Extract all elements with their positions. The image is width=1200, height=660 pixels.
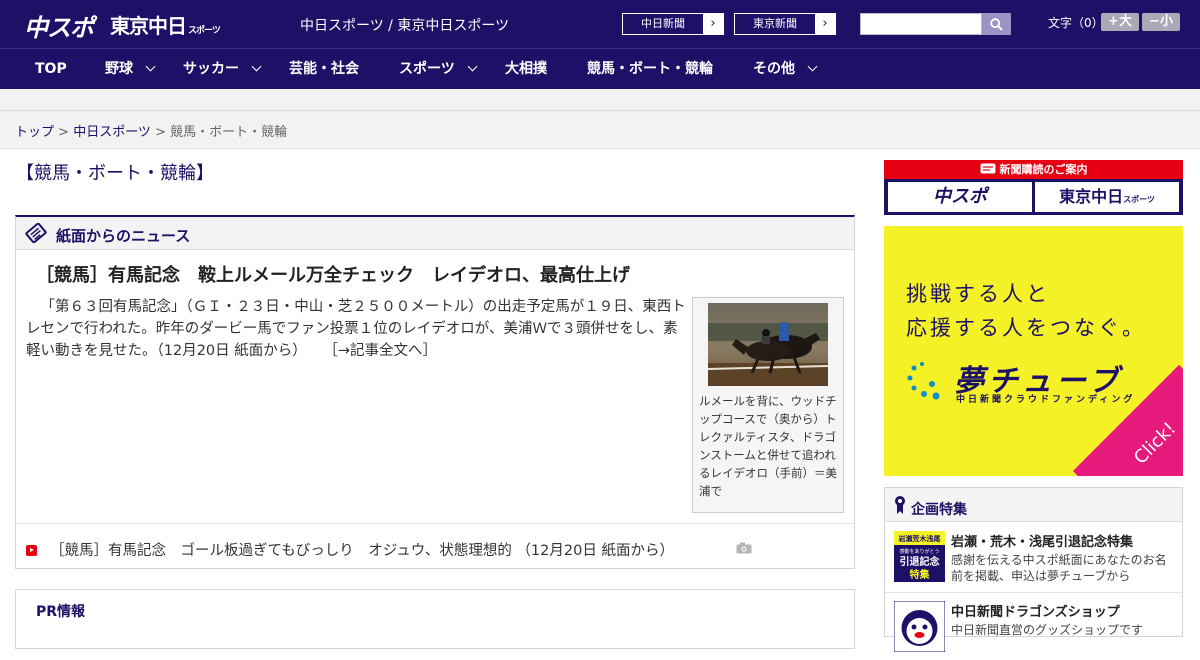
breadcrumb-separator: > xyxy=(150,125,171,140)
nav-item-label: 大相撲 xyxy=(505,61,547,77)
subscription-header-text: 新聞購読のご案内 xyxy=(999,163,1088,176)
newspaper-tag-icon xyxy=(25,223,47,243)
tokyo-chunichi-subscribe-text: 東京中日 xyxy=(1059,187,1124,206)
photo-caption: ルメールを背に、ウッドチップコースで（奥から）トレクァルティスタ、ドラゴンストー… xyxy=(699,394,837,498)
feature-item-title: 岩瀬・荒木・浅尾引退記念特集 xyxy=(951,535,1134,550)
chunichi-shimbun-button[interactable]: 中日新聞 › xyxy=(622,13,724,35)
play-bullet-icon xyxy=(26,545,37,556)
search-button[interactable] xyxy=(982,13,1011,35)
chevron-down-icon xyxy=(145,61,156,72)
camera-icon xyxy=(736,542,752,554)
tokyo-chunichi-logo-sub: スポーツ xyxy=(188,26,221,36)
nav-item-baseball[interactable]: 野球 xyxy=(105,49,156,89)
nav-item-label: 野球 xyxy=(105,61,133,77)
news-section-header: 紙面からのニュース xyxy=(16,217,854,250)
dots-logo-icon xyxy=(907,362,940,400)
article-photo-box: ルメールを背に、ウッドチップコースで（奥から）トレクァルティスタ、ドラゴンストー… xyxy=(692,297,844,513)
font-bigger-button[interactable]: +大 xyxy=(1101,13,1139,31)
tokyo-shimbun-button[interactable]: 東京新聞 › xyxy=(734,13,836,35)
tokyo-shimbun-label: 東京新聞 xyxy=(753,17,797,30)
breadcrumb-separator: > xyxy=(54,125,74,140)
news-section-title: 紙面からのニュース xyxy=(56,227,191,245)
chevron-down-icon xyxy=(807,61,818,72)
chevron-down-icon xyxy=(467,61,478,72)
divider xyxy=(16,523,854,524)
tokyo-chunichi-logo-text: 東京中日 xyxy=(110,14,187,38)
font-size-label: 文字（0） xyxy=(1048,16,1104,30)
features-title: 企画特集 xyxy=(911,502,967,518)
subscription-box: 新聞購読のご案内 中スポ 東京中日スポーツ xyxy=(884,160,1183,215)
read-more-link[interactable]: ［→記事全文へ］ xyxy=(323,343,437,359)
nav-item-entertainment[interactable]: 芸能・社会 xyxy=(289,49,359,89)
feature-item-retirement[interactable]: 岩瀬荒木浅尾 感動をありがとう 引退記念 特集 岩瀬・荒木・浅尾引退記念特集 感… xyxy=(885,523,1182,591)
search-icon xyxy=(990,18,1003,31)
nav-item-label: 競馬・ボート・競輪 xyxy=(587,61,713,77)
subscription-header: 新聞購読のご案内 xyxy=(884,160,1183,179)
nav-item-label: 芸能・社会 xyxy=(289,61,359,77)
page-title: 【競馬・ボート・競輪】 xyxy=(16,163,214,184)
banner-tagline-1: 挑戦する人と xyxy=(906,282,1050,306)
search-input[interactable] xyxy=(860,13,982,35)
main-nav: TOP 野球 サッカー 芸能・社会 スポーツ 大相撲 競馬・ボート・競輪 その他 xyxy=(0,48,1200,89)
site-links[interactable]: 中日スポーツ / 東京中日スポーツ xyxy=(300,15,509,35)
nav-item-sports[interactable]: スポーツ xyxy=(399,49,478,89)
racehorse-photo[interactable] xyxy=(708,303,828,386)
newspaper-icon xyxy=(980,163,995,174)
breadcrumb-top[interactable]: トップ xyxy=(15,125,54,140)
nav-item-label: その他 xyxy=(753,61,795,77)
related-article-link[interactable]: ［競馬］有馬記念 ゴール板過ぎてもびっしり オジュウ、状態理想的 （12月20日… xyxy=(50,539,674,560)
banner-tagline-2: 応援する人をつなぐ。 xyxy=(906,316,1146,340)
nav-item-label: サッカー xyxy=(183,61,239,77)
breadcrumb-current: 競馬・ボート・競輪 xyxy=(170,125,288,140)
feature-item-title: 中日新聞ドラゴンズショップ xyxy=(951,605,1120,620)
tokyo-chunichi-logo[interactable]: 東京中日 スポーツ xyxy=(110,10,221,39)
chunichi-shimbun-label: 中日新聞 xyxy=(641,17,685,30)
nav-item-other[interactable]: その他 xyxy=(753,49,818,89)
article-summary: 「第６３回有馬記念」（ＧＩ・２３日・中山・芝２５００メートル）の出走予定馬が１９… xyxy=(26,296,686,362)
nav-item-sumo[interactable]: 大相撲 xyxy=(505,49,547,89)
news-section: 紙面からのニュース ［競馬］有馬記念 鞍上ルメール万全チェック レイデオロ、最高… xyxy=(15,215,855,569)
chuspo-logo[interactable]: 中スポ xyxy=(24,8,94,42)
doala-mascot-thumbnail xyxy=(894,601,945,652)
article-headline[interactable]: ［競馬］有馬記念 鞍上ルメール万全チェック レイデオロ、最高仕上げ xyxy=(36,261,630,287)
svg-text:引退記念: 引退記念 xyxy=(900,555,940,568)
breadcrumb-section[interactable]: 中日スポーツ xyxy=(73,125,151,140)
pr-section-title: PR情報 xyxy=(36,604,86,620)
nav-item-keiba[interactable]: 競馬・ボート・競輪 xyxy=(587,49,713,89)
top-header: 中スポ 東京中日 スポーツ 中日スポーツ / 東京中日スポーツ 中日新聞 › 東京… xyxy=(0,0,1200,48)
chevron-right-icon: › xyxy=(703,14,723,34)
ribbon-badge-icon xyxy=(895,496,905,514)
nav-item-soccer[interactable]: サッカー xyxy=(183,49,262,89)
feature-item-desc: 感謝を伝える中スポ紙面にあなたのお名前を掲載、申込は夢チューブから xyxy=(951,553,1167,583)
svg-text:感動をありがとう: 感動をありがとう xyxy=(899,548,939,555)
chuspo-subscribe-link[interactable]: 中スポ xyxy=(888,182,1032,212)
breadcrumb-bar: トップ > 中日スポーツ > 競馬・ボート・競輪 xyxy=(0,111,1200,149)
svg-text:特集: 特集 xyxy=(910,568,931,581)
nav-item-label: スポーツ xyxy=(399,61,455,77)
font-smaller-button[interactable]: −小 xyxy=(1142,13,1180,31)
nav-item-top[interactable]: TOP xyxy=(35,49,67,89)
tokyo-chunichi-subscribe-link[interactable]: 東京中日スポーツ xyxy=(1035,182,1179,212)
retirement-feature-thumbnail: 岩瀬荒木浅尾 感動をありがとう 引退記念 特集 xyxy=(894,531,945,582)
breadcrumb: トップ > 中日スポーツ > 競馬・ボート・競輪 xyxy=(15,121,287,140)
tokyo-chunichi-subscribe-sub: スポーツ xyxy=(1123,195,1155,204)
nav-item-label: TOP xyxy=(35,61,67,77)
features-box: 企画特集 岩瀬荒木浅尾 感動をありがとう 引退記念 特集 岩瀬・荒木・浅尾引退記… xyxy=(884,487,1183,652)
features-header: 企画特集 xyxy=(885,488,1182,522)
banner-brand-sub: 中日新聞クラウドファンディング xyxy=(956,395,1136,405)
chevron-down-icon xyxy=(251,61,262,72)
svg-text:岩瀬荒木浅尾: 岩瀬荒木浅尾 xyxy=(898,534,941,543)
feature-item-dragons-shop[interactable]: 中日新聞ドラゴンズショップ 中日新聞直営のグッズショップです xyxy=(885,592,1182,660)
yume-tube-banner[interactable]: 挑戦する人と 応援する人をつなぐ。 夢チューブ 中日新聞クラウドファンディング … xyxy=(884,226,1183,476)
chevron-right-icon: › xyxy=(815,14,835,34)
spacer-strip xyxy=(0,89,1200,111)
pr-section: PR情報 xyxy=(15,589,855,649)
feature-item-desc: 中日新聞直営のグッズショップです xyxy=(951,623,1144,637)
